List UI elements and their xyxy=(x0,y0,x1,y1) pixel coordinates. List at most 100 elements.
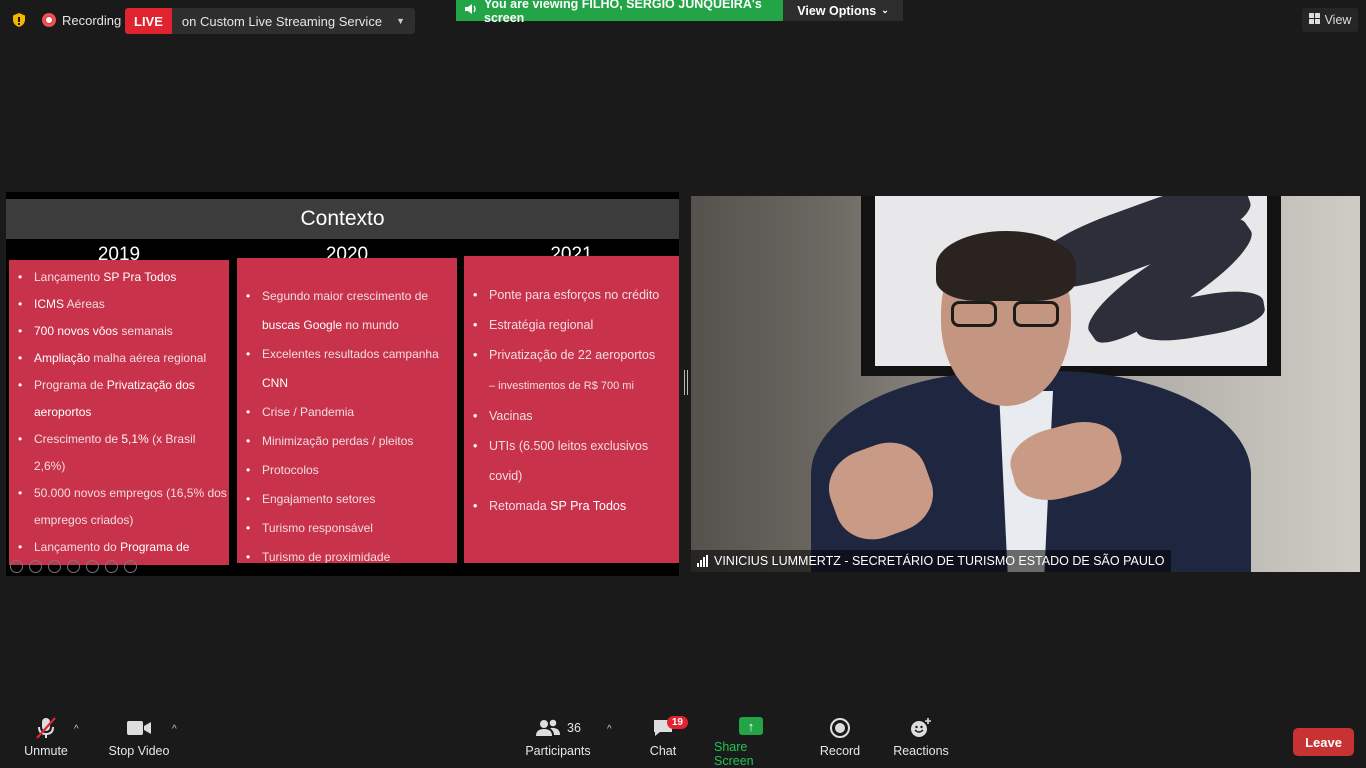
bullet-text: Crise / Pandemia xyxy=(262,405,355,419)
bullet-highlight: CNN xyxy=(262,376,288,390)
column-2020: Segundo maior crescimento de buscas Googl… xyxy=(237,258,457,563)
view-options-button[interactable]: View Options ⌄ xyxy=(783,0,903,21)
viewing-text: You are viewing FILHO, SERGIO JUNQUEIRA'… xyxy=(484,0,762,25)
bullet-text: Engajamento setores xyxy=(262,492,376,506)
bullet-text: no mundo xyxy=(342,318,399,332)
view-label: View xyxy=(1324,13,1352,27)
bullet-highlight: SP Pra Todos xyxy=(550,499,627,513)
participants-options-caret[interactable]: ^ xyxy=(607,724,612,735)
subtitles-icon[interactable] xyxy=(105,560,118,573)
reactions-smiley-icon xyxy=(909,708,933,748)
participant-name: VINICIUS LUMMERTZ - SECRETÁRIO DE TURISM… xyxy=(714,554,1165,568)
slide-bullet: 50.000 novos empregos (16,5% dos xyxy=(9,480,229,507)
slide-bullet: Ampliação malha aérea regional xyxy=(9,345,229,372)
recording-label: Recording xyxy=(62,12,122,28)
more-options-icon[interactable] xyxy=(124,560,137,573)
bullet-text: Crescimento de xyxy=(34,432,122,446)
view-button[interactable]: View xyxy=(1302,8,1358,32)
slide-bullet: buscas Google no mundo xyxy=(237,311,457,340)
security-shield-icon[interactable] xyxy=(11,12,27,28)
bullet-highlight: SP Pra Todos xyxy=(103,270,177,284)
bullet-text: Minimização perdas / pleitos xyxy=(262,434,414,448)
live-stream-dropdown[interactable]: on Custom Live Streaming Service ▼ xyxy=(171,8,415,34)
bullet-text: Programa de xyxy=(34,378,107,392)
pen-icon[interactable] xyxy=(48,560,61,573)
slide-bullet: Segundo maior crescimento de xyxy=(237,282,457,311)
bullet-text: Protocolos xyxy=(262,463,319,477)
video-tile[interactable]: VINICIUS LUMMERTZ - SECRETÁRIO DE TURISM… xyxy=(691,196,1360,572)
bullet-text: Excelentes resultados campanha xyxy=(262,347,439,361)
unmute-button[interactable]: Unmute xyxy=(20,708,72,768)
live-stream-control[interactable]: LIVE on Custom Live Streaming Service ▼ xyxy=(125,8,415,34)
bullet-text: Lançamento do xyxy=(34,540,121,554)
column-2021: Ponte para esforços no crédito Estratégia… xyxy=(464,256,679,563)
slide-bullet: – investimentos de R$ 700 mi xyxy=(464,370,679,401)
next-slide-icon[interactable] xyxy=(29,560,42,573)
record-button[interactable]: Record xyxy=(818,708,862,768)
slide-bullet: Lançamento SP Pra Todos xyxy=(9,264,229,291)
participants-button[interactable]: 36 Participants xyxy=(524,708,592,768)
view-options-label: View Options xyxy=(797,3,877,18)
slide-bullet: Turismo responsável xyxy=(237,514,457,543)
slide-bullet: ICMS Aéreas xyxy=(9,291,229,318)
split-resize-handle[interactable] xyxy=(684,370,688,395)
shared-screen[interactable]: Contexto 2019 2020 2021 Lançamento SP Pr… xyxy=(6,192,679,576)
signal-strength-icon xyxy=(697,555,708,567)
slide-title: Contexto xyxy=(6,199,679,239)
bullet-text: Aéreas xyxy=(64,297,105,311)
slide-bullet: Engajamento setores xyxy=(237,485,457,514)
bullet-highlight: 700 novos vôos xyxy=(34,324,119,338)
slide-bullet: Programa de Privatização dos xyxy=(9,372,229,399)
bullet-highlight: buscas Google xyxy=(262,318,343,332)
zoom-icon[interactable] xyxy=(86,560,99,573)
recording-indicator[interactable]: Recording xyxy=(42,8,121,32)
record-icon xyxy=(829,708,851,748)
bullet-text: Turismo responsável xyxy=(262,521,373,535)
slide-bullet: 700 novos vôos semanais xyxy=(9,318,229,345)
video-options-caret[interactable]: ^ xyxy=(172,724,177,735)
chat-unread-badge: 19 xyxy=(666,716,688,729)
slide-bullet: aeroportos xyxy=(9,399,229,426)
stop-video-button[interactable]: Stop Video xyxy=(105,708,173,768)
prev-slide-icon[interactable] xyxy=(10,560,23,573)
slide-bullet: UTIs (6.500 leitos exclusivos covid) xyxy=(464,431,679,491)
bullet-text: Retomada xyxy=(489,499,551,513)
reactions-button[interactable]: Reactions xyxy=(893,708,949,768)
muted-microphone-icon xyxy=(35,708,57,748)
speaker-icon xyxy=(464,3,478,18)
slides-grid-icon[interactable] xyxy=(67,560,80,573)
slide-bullet: empregos criados) xyxy=(9,507,229,534)
recording-icon xyxy=(42,13,56,27)
audio-options-caret[interactable]: ^ xyxy=(74,724,79,735)
bullet-text: semanais xyxy=(118,324,173,338)
meeting-toolbar: Unmute ^ Stop Video ^ 36 Participants ^ … xyxy=(0,708,1366,768)
slide-bullet: Crescimento de 5,1% (x Brasil 2,6%) xyxy=(9,426,229,480)
bullet-text: Turismo de proximidade xyxy=(262,550,391,563)
slide-bullet: Turismo de proximidade xyxy=(237,543,457,563)
slide-controls[interactable] xyxy=(10,560,137,573)
share-screen-button[interactable]: ↑ Share Screen xyxy=(714,708,788,768)
video-camera-icon xyxy=(126,708,152,748)
live-badge: LIVE xyxy=(125,8,172,34)
slide-bullet: Estratégia regional xyxy=(464,310,679,340)
participants-count: 36 xyxy=(567,721,581,735)
bullet-text: 50.000 novos empregos (16,5% dos xyxy=(34,486,227,500)
live-target-label: on Custom Live Streaming Service xyxy=(181,13,383,29)
share-screen-label: Share Screen xyxy=(714,740,754,768)
slide-bullet: Ponte para esforços no crédito xyxy=(464,280,679,310)
bullet-text: Lançamento xyxy=(34,270,104,284)
bullet-highlight: 5,1% xyxy=(121,432,149,446)
bullet-highlight: aeroportos xyxy=(34,405,92,419)
leave-button[interactable]: Leave xyxy=(1293,728,1354,756)
participants-icon: 36 xyxy=(535,708,581,748)
chat-button[interactable]: 19 Chat xyxy=(640,708,688,768)
column-2019: Lançamento SP Pra TodosICMS Aéreas700 no… xyxy=(9,260,229,565)
slide-bullet: CNN xyxy=(237,369,457,398)
bullet-text: Segundo maior crescimento de xyxy=(262,289,429,303)
bullet-text: Ponte para esforços no crédito xyxy=(489,288,660,302)
participant-name-bar: VINICIUS LUMMERTZ - SECRETÁRIO DE TURISM… xyxy=(691,550,1171,572)
caret-down-icon: ▼ xyxy=(396,16,405,26)
presenter-glasses xyxy=(951,301,1063,327)
chevron-down-icon: ⌄ xyxy=(881,5,889,15)
slide-bullet: Protocolos xyxy=(237,456,457,485)
